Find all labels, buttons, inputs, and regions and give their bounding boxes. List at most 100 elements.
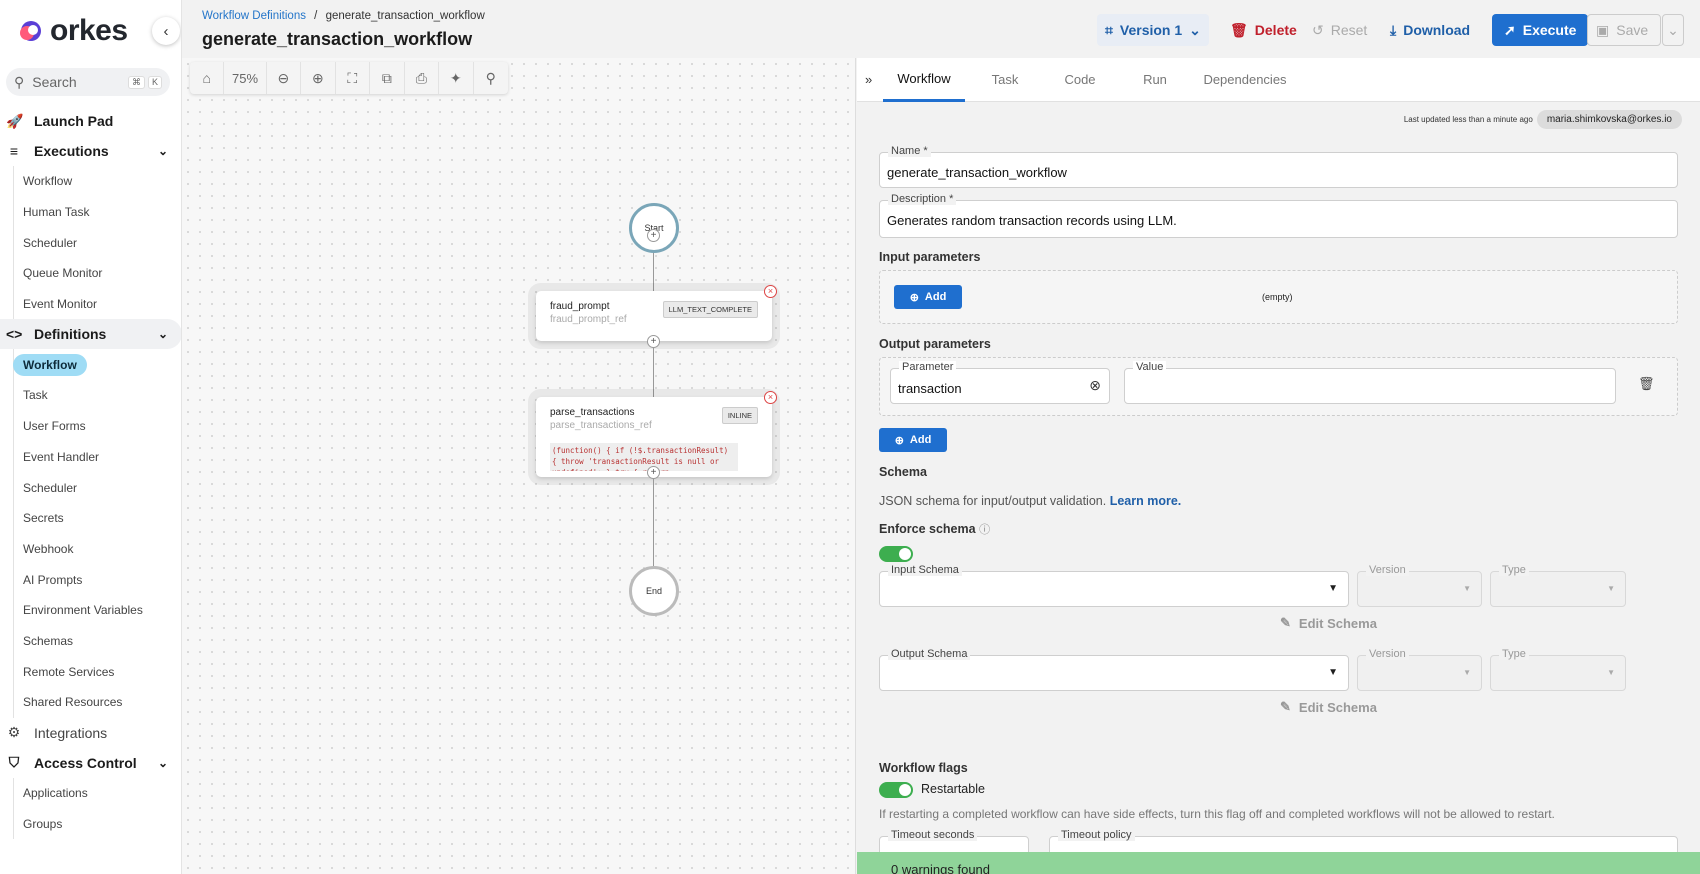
workflow-canvas[interactable]: ⌂ 75% ⊖ ⊕ ⛶ ⧉ ⎙ ✦ ⚲ Start + fraud_prompt… bbox=[182, 58, 856, 874]
dropdown-arrow-icon: ▼ bbox=[1607, 668, 1615, 677]
sidebar-item-queue-monitor[interactable]: Queue Monitor bbox=[13, 258, 181, 289]
copy-button[interactable]: ⧉ bbox=[370, 62, 405, 94]
sidebar-item-groups[interactable]: Groups bbox=[13, 808, 181, 840]
sidebar-item-task[interactable]: Task bbox=[13, 380, 181, 411]
add-task-button[interactable]: + bbox=[647, 335, 660, 348]
expand-panel-button[interactable]: » bbox=[857, 72, 883, 87]
sidebar-item-event-monitor[interactable]: Event Monitor bbox=[13, 288, 181, 320]
version-select[interactable]: ⌗ Version 1 ⌄ bbox=[1097, 14, 1209, 46]
logo[interactable]: orkes bbox=[18, 14, 128, 48]
sidebar-item-def-workflow[interactable]: Workflow bbox=[13, 349, 181, 381]
integrations-icon: ⚙ bbox=[7, 724, 21, 741]
sidebar-item-definitions[interactable]: <> Definitions ⌄ bbox=[0, 319, 181, 350]
ai-button[interactable]: ✦ bbox=[439, 62, 474, 94]
sidebar-item-webhook[interactable]: Webhook bbox=[13, 533, 181, 565]
warnings-bar[interactable]: 0 warnings found bbox=[857, 852, 1700, 874]
sidebar-item-applications[interactable]: Applications bbox=[13, 777, 181, 809]
enforce-schema-toggle[interactable] bbox=[879, 546, 913, 562]
save-label: Save bbox=[1616, 22, 1649, 38]
output-schema-select[interactable]: Output Schema ▼ bbox=[879, 648, 1349, 691]
value-field[interactable]: Value bbox=[1124, 361, 1616, 404]
remove-task-button[interactable]: × bbox=[764, 285, 777, 298]
edit-schema-label: Edit Schema bbox=[1298, 699, 1377, 715]
input-schema-select[interactable]: Input Schema ▼ bbox=[879, 564, 1349, 607]
sidebar-item-human-task[interactable]: Human Task bbox=[13, 196, 181, 228]
print-button[interactable]: ⎙ bbox=[405, 62, 440, 94]
add-task-button[interactable]: + bbox=[647, 466, 660, 479]
task-name: fraud_prompt bbox=[550, 301, 610, 312]
clear-icon[interactable]: ⊗ bbox=[1089, 377, 1101, 394]
search-icon: ⚲ bbox=[14, 73, 25, 90]
description-field[interactable]: Description * Generates random transacti… bbox=[879, 193, 1678, 238]
sidebar-item-def-scheduler[interactable]: Scheduler bbox=[13, 472, 181, 503]
task-code-preview: (function() { if (!$.transactionResult) … bbox=[550, 443, 738, 471]
schema-text: JSON schema for input/output validation. bbox=[879, 494, 1107, 508]
sidebar-item-label: Definitions bbox=[34, 326, 107, 343]
breadcrumb: Workflow Definitions / generate_transact… bbox=[202, 10, 485, 22]
name-label: Name * bbox=[888, 145, 931, 157]
input-schema-version: Version ▼ bbox=[1357, 564, 1482, 607]
search-input[interactable]: ⚲ Search ⌘ K bbox=[6, 68, 170, 96]
sidebar-item-access-control[interactable]: ⛉ Access Control ⌄ bbox=[0, 748, 181, 778]
sidebar-item-executions[interactable]: ≡ Executions ⌄ bbox=[0, 136, 181, 166]
sidebar-item-launch-pad[interactable]: 🚀 Launch Pad bbox=[0, 106, 181, 136]
remove-task-button[interactable]: × bbox=[764, 391, 777, 404]
copy-icon: ⧉ bbox=[381, 69, 392, 86]
sidebar-item-ai-prompts[interactable]: AI Prompts bbox=[13, 564, 181, 595]
chevron-down-icon: ⌄ bbox=[157, 755, 168, 770]
sidebar-item-exec-workflow[interactable]: Workflow bbox=[13, 166, 181, 197]
name-field[interactable]: Name * generate_transaction_workflow bbox=[879, 145, 1678, 188]
delete-button[interactable]: 🗑 Delete bbox=[1222, 14, 1305, 46]
sidebar-item-label: Remote Services bbox=[23, 664, 115, 679]
sidebar-item-integrations[interactable]: ⚙ Integrations bbox=[0, 718, 181, 748]
brand-name: orkes bbox=[50, 14, 128, 47]
start-node[interactable]: Start bbox=[629, 203, 679, 253]
task-node-fraud-prompt[interactable]: fraud_prompt fraud_prompt_ref LLM_TEXT_C… bbox=[536, 285, 777, 341]
reset-label: Reset bbox=[1330, 22, 1368, 38]
collapse-sidebar-button[interactable]: ‹ bbox=[152, 17, 180, 45]
reset-button[interactable]: ↺ Reset bbox=[1304, 14, 1375, 46]
edit-output-schema-button[interactable]: ✎ Edit Schema bbox=[1280, 699, 1377, 715]
search-button[interactable]: ⚲ bbox=[474, 62, 508, 94]
end-node[interactable]: End bbox=[629, 566, 679, 616]
edit-schema-label: Edit Schema bbox=[1298, 615, 1377, 631]
zoom-out-button[interactable]: ⊖ bbox=[267, 62, 302, 94]
sidebar-item-label: Access Control bbox=[34, 754, 137, 771]
add-output-param-button[interactable]: ⊕ Add bbox=[879, 428, 947, 452]
trash-icon[interactable]: 🗑 bbox=[1638, 376, 1655, 392]
sidebar-item-user-forms[interactable]: User Forms bbox=[13, 410, 181, 442]
sidebar-item-exec-scheduler[interactable]: Scheduler bbox=[13, 227, 181, 259]
edit-input-schema-button[interactable]: ✎ Edit Schema bbox=[1280, 615, 1377, 631]
sidebar-item-environment-variables[interactable]: Environment Variables bbox=[13, 594, 181, 626]
task-node-parse-transactions[interactable]: parse_transactions parse_transactions_re… bbox=[536, 391, 777, 477]
fit-view-button[interactable]: ⛶ bbox=[336, 62, 371, 94]
tab-run[interactable]: Run bbox=[1115, 58, 1195, 102]
execute-button[interactable]: ➚ Execute bbox=[1492, 14, 1589, 46]
tab-dependencies[interactable]: Dependencies bbox=[1195, 58, 1295, 102]
tab-task[interactable]: Task bbox=[965, 58, 1045, 102]
add-task-button[interactable]: + bbox=[647, 229, 660, 242]
download-button[interactable]: ⤓ Download bbox=[1382, 14, 1478, 46]
fit-view-icon: ⛶ bbox=[347, 69, 358, 86]
home-icon: ⌂ bbox=[202, 70, 211, 86]
breadcrumb-current: generate_transaction_workflow bbox=[325, 10, 485, 22]
add-input-param-button[interactable]: ⊕ Add bbox=[894, 285, 962, 309]
sidebar-item-schemas[interactable]: Schemas bbox=[13, 625, 181, 657]
tab-code[interactable]: Code bbox=[1045, 58, 1115, 102]
empty-label: (empty) bbox=[1262, 292, 1293, 302]
breadcrumb-link[interactable]: Workflow Definitions bbox=[202, 10, 306, 22]
timeout-policy-label: Timeout policy bbox=[1058, 829, 1135, 841]
restartable-toggle[interactable] bbox=[879, 782, 913, 798]
parameter-field[interactable]: Parameter transaction ⊗ bbox=[890, 361, 1110, 404]
sidebar-item-event-handler[interactable]: Event Handler bbox=[13, 441, 181, 473]
sidebar-item-remote-services[interactable]: Remote Services bbox=[13, 656, 181, 687]
sidebar-item-secrets[interactable]: Secrets bbox=[13, 502, 181, 534]
learn-more-link[interactable]: Learn more. bbox=[1110, 494, 1182, 508]
sidebar-item-label: Webhook bbox=[23, 541, 74, 556]
zoom-in-button[interactable]: ⊕ bbox=[301, 62, 336, 94]
save-button[interactable]: ▣ Save bbox=[1587, 14, 1661, 46]
sidebar-item-shared-resources[interactable]: Shared Resources bbox=[13, 687, 181, 718]
home-button[interactable]: ⌂ bbox=[190, 62, 225, 94]
save-options-button[interactable]: ⌄ bbox=[1662, 14, 1684, 46]
tab-workflow[interactable]: Workflow bbox=[883, 58, 965, 102]
